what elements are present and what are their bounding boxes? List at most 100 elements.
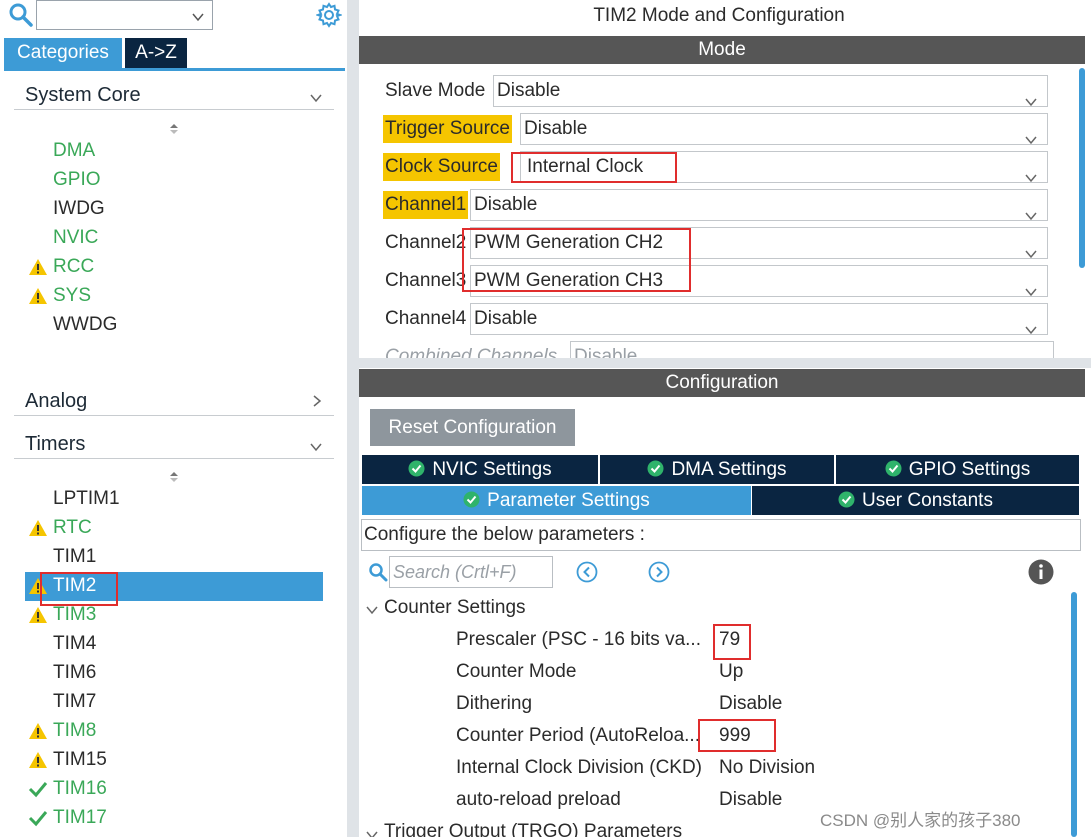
- previous-icon[interactable]: [576, 561, 598, 583]
- list-item-lptim1[interactable]: LPTIM1: [53, 487, 120, 511]
- check-circle-icon: [838, 488, 855, 517]
- field-label-trigger-source: Trigger Source: [383, 115, 512, 143]
- check-circle-icon: [463, 488, 480, 517]
- parameters-description: Configure the below parameters :: [361, 519, 1081, 551]
- param-name: Counter Mode: [456, 661, 577, 682]
- param-value[interactable]: Disable: [719, 789, 782, 811]
- list-item-tim15[interactable]: TIM15: [53, 748, 107, 772]
- warning-icon: [28, 519, 48, 537]
- combined-channels-select[interactable]: Disable: [570, 341, 1054, 358]
- tab-categories[interactable]: Categories: [4, 38, 122, 68]
- category-timers[interactable]: Timers: [14, 429, 334, 459]
- annotation-box: [713, 624, 751, 660]
- param-name: Dithering: [456, 693, 533, 714]
- tab-dma-settings[interactable]: DMA Settings: [600, 455, 834, 484]
- annotation-box: [511, 152, 677, 183]
- param-value[interactable]: Up: [719, 661, 743, 683]
- check-circle-icon: [885, 457, 902, 486]
- select-value: Disable: [474, 194, 538, 215]
- sort-icon[interactable]: [168, 470, 180, 482]
- field-label-channel4: Channel4: [385, 308, 467, 329]
- tab-parameter-settings[interactable]: Parameter Settings: [362, 486, 751, 515]
- list-item-nvic[interactable]: NVIC: [53, 226, 98, 250]
- warning-icon: [28, 287, 48, 305]
- gear-icon[interactable]: [314, 2, 344, 28]
- chevron-down-icon: [192, 9, 204, 27]
- param-value[interactable]: No Division: [719, 757, 815, 779]
- configuration-scrollbar[interactable]: [1071, 592, 1077, 837]
- list-item-tim8[interactable]: TIM8: [53, 719, 96, 743]
- next-icon[interactable]: [648, 561, 670, 583]
- field-label-clock-source: Clock Source: [383, 153, 500, 181]
- field-label-slave-mode: Slave Mode: [385, 80, 486, 101]
- param-name: auto-reload preload: [456, 789, 621, 810]
- tabs-underline: [4, 68, 345, 71]
- search-icon[interactable]: [8, 2, 34, 28]
- mode-section-header: Mode: [359, 36, 1085, 64]
- list-item-tim6[interactable]: TIM6: [53, 661, 96, 685]
- section-separator: [359, 358, 1091, 368]
- list-item-tim16[interactable]: TIM16: [53, 777, 107, 801]
- tab-label: Parameter Settings: [487, 490, 650, 511]
- list-item-gpio[interactable]: GPIO: [53, 168, 101, 192]
- param-value[interactable]: Disable: [719, 693, 782, 715]
- param-name: Internal Clock Division (CKD): [456, 757, 703, 778]
- mode-scrollbar[interactable]: [1079, 68, 1085, 268]
- annotation-box: [698, 719, 776, 752]
- right-panel: TIM2 Mode and Configuration Mode Slave M…: [359, 0, 1091, 837]
- tab-nvic-settings[interactable]: NVIC Settings: [362, 455, 598, 484]
- tab-label: DMA Settings: [671, 459, 787, 480]
- tab-label: User Constants: [862, 490, 993, 511]
- group-trigger-output[interactable]: Trigger Output (TRGO) Parameters: [384, 821, 682, 837]
- tab-user-constants[interactable]: User Constants: [752, 486, 1079, 515]
- list-item-tim17[interactable]: TIM17: [53, 806, 107, 830]
- slave-mode-select[interactable]: Disable: [493, 75, 1048, 107]
- search-combo[interactable]: [36, 0, 213, 30]
- warning-icon: [28, 606, 48, 624]
- category-analog[interactable]: Analog: [14, 386, 334, 416]
- group-counter-settings[interactable]: Counter Settings: [384, 597, 526, 619]
- category-tabs: Categories A->Z: [4, 38, 187, 68]
- category-system-core[interactable]: System Core: [14, 80, 334, 110]
- tab-gpio-settings[interactable]: GPIO Settings: [836, 455, 1079, 484]
- select-value: Disable: [524, 118, 588, 139]
- mode-section: Slave Mode Disable Trigger Source Disabl…: [359, 64, 1077, 358]
- list-item-tim7[interactable]: TIM7: [53, 690, 96, 714]
- param-name: Counter Period (AutoReloa...: [456, 725, 700, 746]
- select-value: Disable: [497, 80, 561, 101]
- parameter-search-input[interactable]: Search (Crtl+F): [389, 556, 553, 588]
- list-item-sys[interactable]: SYS: [53, 284, 91, 308]
- list-item-iwdg[interactable]: IWDG: [53, 197, 105, 221]
- list-item-rcc[interactable]: RCC: [53, 255, 94, 279]
- panel-splitter[interactable]: [347, 0, 359, 837]
- warning-icon: [28, 722, 48, 740]
- category-label: Timers: [25, 433, 86, 455]
- trigger-source-select[interactable]: Disable: [520, 113, 1048, 145]
- list-item-tim1[interactable]: TIM1: [53, 545, 96, 569]
- warning-icon: [28, 258, 48, 276]
- list-item-wwdg[interactable]: WWDG: [53, 313, 117, 337]
- list-item-tim3[interactable]: TIM3: [53, 603, 96, 627]
- tab-a-to-z[interactable]: A->Z: [125, 38, 187, 68]
- left-panel: Categories A->Z System Core DMA GPIO IWD…: [0, 0, 347, 837]
- select-value: Disable: [574, 346, 638, 358]
- info-icon[interactable]: [1028, 559, 1054, 585]
- list-item-dma[interactable]: DMA: [53, 139, 95, 163]
- chevron-right-icon: [312, 394, 322, 412]
- chevron-down-icon[interactable]: [366, 602, 378, 620]
- field-label-combined-channels: Combined Channels: [385, 346, 558, 358]
- chevron-down-icon[interactable]: [366, 827, 378, 837]
- field-label-channel2: Channel2: [385, 232, 467, 253]
- annotation-box: [462, 228, 691, 292]
- check-circle-icon: [408, 457, 425, 486]
- list-item-tim4[interactable]: TIM4: [53, 632, 96, 656]
- channel1-select[interactable]: Disable: [470, 189, 1048, 221]
- category-label: System Core: [25, 84, 141, 106]
- channel4-select[interactable]: Disable: [470, 303, 1048, 335]
- select-value: Disable: [474, 308, 538, 329]
- check-circle-icon: [647, 457, 664, 486]
- reset-configuration-button[interactable]: Reset Configuration: [370, 409, 575, 446]
- watermark: CSDN @别人家的孩子380: [820, 811, 1021, 830]
- sort-icon[interactable]: [168, 122, 180, 134]
- list-item-rtc[interactable]: RTC: [53, 516, 92, 540]
